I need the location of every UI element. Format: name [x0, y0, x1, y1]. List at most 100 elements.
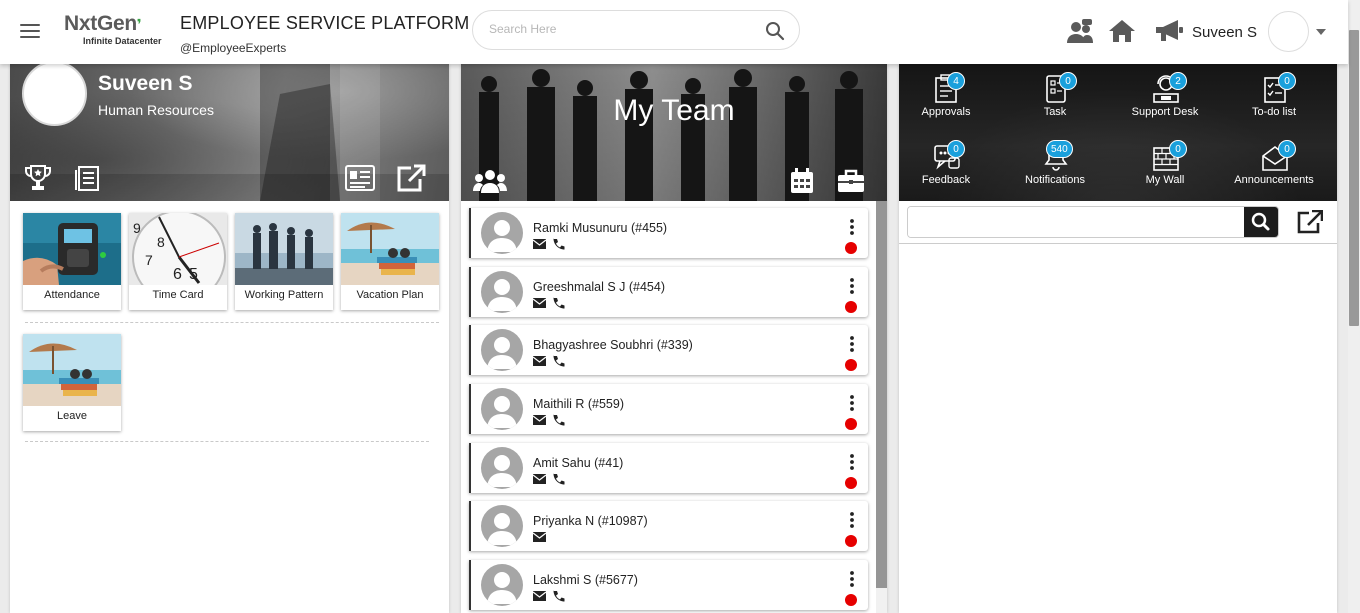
working-pattern-image [235, 213, 333, 285]
widget-task[interactable]: 0 Task [1005, 64, 1105, 124]
time-card-image: 8 7 6 5 9 [129, 213, 227, 285]
tile-label: Leave [57, 410, 87, 422]
home-icon[interactable] [1108, 19, 1136, 43]
scrollbar-thumb[interactable] [1349, 30, 1359, 326]
more-options-icon[interactable] [848, 395, 856, 411]
search-icon[interactable] [765, 21, 785, 41]
chevron-down-icon[interactable] [1316, 29, 1326, 35]
widgets-banner: 4 Approvals 0 Task 2 Support Desk 0 To-d… [899, 64, 1337, 201]
widgets-panel: 4 Approvals 0 Task 2 Support Desk 0 To-d… [899, 64, 1337, 613]
global-search [472, 10, 800, 50]
briefcase-icon[interactable] [837, 169, 865, 193]
widget-todo-list[interactable]: 0 To-do list [1224, 64, 1324, 124]
email-icon [533, 415, 547, 425]
announcements-count-badge: 0 [1278, 140, 1296, 158]
avatar [481, 212, 523, 254]
profile-avatar[interactable] [22, 64, 87, 126]
team-chat-icon[interactable] [1066, 19, 1094, 45]
vacation-plan-image [341, 213, 439, 285]
search-button[interactable] [1244, 207, 1278, 237]
more-options-icon[interactable] [848, 512, 856, 528]
avatar [481, 564, 523, 606]
team-title: My Team [613, 94, 735, 127]
member-name: Ramki Musunuru (#455) [533, 221, 668, 235]
widget-label: Notifications [1025, 174, 1085, 186]
more-options-icon[interactable] [848, 219, 856, 235]
status-indicator [845, 594, 857, 606]
widget-notifications[interactable]: 540 Notifications [1005, 132, 1105, 192]
list-item[interactable]: Lakshmi S (#5677) [469, 560, 868, 610]
company-logo[interactable]: NxtGen❜ Infinite Datacenter [64, 12, 172, 54]
phone-icon [553, 297, 565, 309]
status-indicator [845, 242, 857, 254]
app-title: EMPLOYEE SERVICE PLATFORM [180, 13, 470, 33]
group-icon[interactable] [473, 169, 507, 193]
widget-label: Support Desk [1131, 106, 1199, 118]
phone-icon [553, 355, 565, 367]
status-indicator [845, 477, 857, 489]
id-card-icon[interactable] [345, 164, 375, 192]
tile-label: Working Pattern [244, 289, 324, 301]
widget-my-wall[interactable]: 0 My Wall [1115, 132, 1215, 192]
svg-text:8: 8 [157, 234, 165, 250]
team-member-list: Ramki Musunuru (#455) Greeshmalal S J (#… [461, 201, 876, 613]
calendar-icon[interactable] [790, 168, 814, 194]
external-link-icon[interactable] [396, 164, 426, 192]
feedback-count-badge: 0 [947, 140, 965, 158]
status-indicator [845, 418, 857, 430]
team-banner: My Team [461, 64, 887, 201]
list-item[interactable]: Ramki Musunuru (#455) [469, 208, 868, 258]
list-item[interactable]: Greeshmalal S J (#454) [469, 267, 868, 317]
page-scrollbar[interactable] [1348, 0, 1360, 613]
tile-leave[interactable]: Leave [23, 334, 121, 431]
more-options-icon[interactable] [848, 278, 856, 294]
todo-list-count-badge: 0 [1278, 72, 1296, 90]
leave-image [23, 334, 121, 406]
team-list-scrollbar[interactable] [876, 201, 887, 613]
external-link-icon[interactable] [1297, 210, 1323, 234]
approvals-count-badge: 4 [947, 72, 965, 90]
widget-search [907, 206, 1279, 238]
more-options-icon[interactable] [848, 571, 856, 587]
tile-divider [25, 322, 439, 323]
more-options-icon[interactable] [848, 454, 856, 470]
svg-text:6: 6 [173, 266, 182, 283]
menu-icon[interactable] [20, 24, 40, 40]
header-user-name[interactable]: Suveen S [1192, 24, 1257, 41]
widget-label: Task [1043, 106, 1067, 118]
list-item[interactable]: Priyanka N (#10987) [469, 501, 868, 551]
attendance-image [23, 213, 121, 285]
tile-working-pattern[interactable]: Working Pattern [235, 213, 333, 310]
status-indicator [845, 535, 857, 547]
widget-feedback[interactable]: 0 Feedback [899, 132, 996, 192]
widget-support-desk[interactable]: 2 Support Desk [1115, 64, 1215, 124]
task-count-badge: 0 [1059, 72, 1077, 90]
member-name: Maithili R (#559) [533, 397, 625, 411]
email-icon [533, 298, 547, 308]
avatar [481, 388, 523, 430]
widget-search-input[interactable] [908, 207, 1246, 237]
email-icon [533, 532, 547, 542]
avatar[interactable] [1268, 11, 1309, 52]
profile-name: Suveen S [98, 72, 193, 95]
avatar [481, 505, 523, 547]
list-item[interactable]: Maithili R (#559) [469, 384, 868, 434]
tile-time-card[interactable]: 8 7 6 5 9 Time Card [129, 213, 227, 310]
member-name: Bhagyashree Soubhri (#339) [533, 338, 693, 352]
avatar [481, 447, 523, 489]
widget-announcements[interactable]: 0 Announcements [1224, 132, 1324, 192]
list-item[interactable]: Amit Sahu (#41) [469, 443, 868, 493]
tile-attendance[interactable]: Attendance [23, 213, 121, 310]
more-options-icon[interactable] [848, 336, 856, 352]
contact-icons [533, 414, 567, 426]
contact-icons [533, 531, 567, 543]
tile-vacation-plan[interactable]: Vacation Plan [341, 213, 439, 310]
megaphone-icon[interactable] [1154, 19, 1184, 43]
member-name: Greeshmalal S J (#454) [533, 280, 666, 294]
document-icon[interactable] [74, 164, 102, 192]
search-input[interactable] [489, 22, 749, 36]
widget-approvals[interactable]: 4 Approvals [899, 64, 996, 124]
member-name: Priyanka N (#10987) [533, 514, 648, 528]
list-item[interactable]: Bhagyashree Soubhri (#339) [469, 325, 868, 375]
trophy-icon[interactable] [24, 164, 52, 192]
